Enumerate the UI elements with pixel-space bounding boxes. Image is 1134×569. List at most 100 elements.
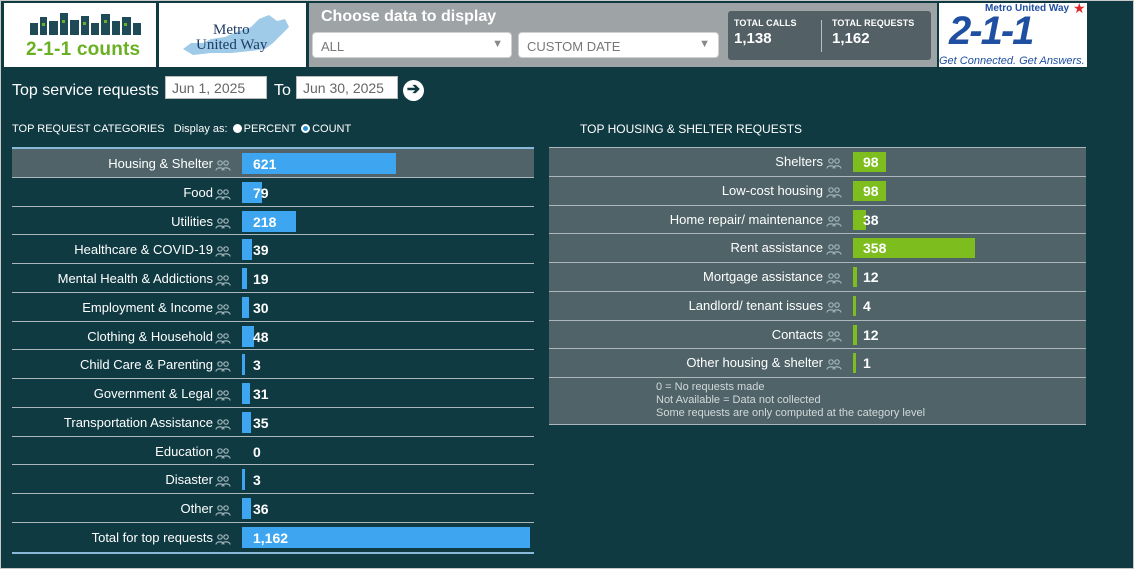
- from-date-input[interactable]: Jun 1, 2025: [165, 76, 267, 99]
- row-label: Mortgage assistance: [703, 269, 823, 284]
- people-icon[interactable]: [215, 273, 231, 291]
- value-bar: [242, 296, 249, 318]
- housing-shelter-table: Shelters 98 Low-cost housing 98 Home repair/…: [549, 147, 1086, 425]
- display-as-label: Display as:: [173, 123, 228, 135]
- left-panel-title: TOP REQUEST CATEGORIES: [12, 123, 165, 135]
- metro-united-way-211-logo[interactable]: Metro United Way ★ 2-1-1 Get Connected. …: [939, 1, 1087, 67]
- count-radio[interactable]: [301, 124, 311, 133]
- value-bar: [853, 324, 857, 345]
- choose-data-title: Choose data to display: [321, 8, 497, 25]
- people-icon[interactable]: [826, 357, 842, 375]
- row-value: 1,162: [253, 529, 289, 546]
- row-label: Education: [155, 443, 213, 459]
- housing-row[interactable]: Low-cost housing 98: [549, 177, 1086, 206]
- value-bar: [853, 353, 856, 374]
- housing-row[interactable]: Other housing & shelter 1: [549, 349, 1086, 378]
- category-row[interactable]: Employment & Income 30: [12, 293, 534, 322]
- skyline-icon: [30, 13, 141, 35]
- note-line: Some requests are only computed at the c…: [656, 407, 926, 419]
- area-select-value: ALL: [321, 39, 345, 54]
- value-bar: [242, 239, 252, 261]
- housing-row[interactable]: Rent assistance 358: [549, 234, 1086, 263]
- row-label: Landlord/ tenant issues: [688, 297, 823, 313]
- people-icon[interactable]: [826, 271, 842, 289]
- category-row[interactable]: Government & Legal 31: [12, 379, 534, 408]
- category-row[interactable]: Child Care & Parenting 3: [12, 350, 534, 379]
- row-value: 3: [253, 357, 261, 374]
- category-row[interactable]: Mental Health & Addictions 19: [12, 264, 534, 293]
- people-icon[interactable]: [826, 214, 842, 232]
- date-range-select[interactable]: CUSTOM DATE ▼: [518, 32, 719, 58]
- people-icon[interactable]: [215, 446, 231, 464]
- people-icon[interactable]: [215, 417, 231, 435]
- category-row[interactable]: Clothing & Household 48: [12, 322, 534, 351]
- logo-mid-line2: United Way: [196, 37, 268, 53]
- to-date-input[interactable]: Jun 30, 2025: [296, 76, 398, 99]
- housing-row[interactable]: Mortgage assistance 12: [549, 263, 1086, 292]
- row-label: Other: [180, 501, 213, 516]
- left-panel-header: TOP REQUEST CATEGORIES Display as: PERCE…: [12, 123, 351, 135]
- row-label: Total for top requests: [91, 529, 213, 545]
- stat-divider: [821, 20, 822, 52]
- people-icon[interactable]: [215, 532, 231, 550]
- percent-label[interactable]: PERCENT: [244, 123, 296, 135]
- category-row[interactable]: Transportation Assistance 35: [12, 408, 534, 437]
- apply-date-button[interactable]: ➔: [403, 80, 424, 101]
- chevron-down-icon: ▼: [492, 38, 503, 50]
- total-calls-label: TOTAL CALLS: [734, 18, 797, 28]
- row-value: 35: [253, 414, 269, 431]
- row-label: Employment & Income: [82, 299, 213, 315]
- people-icon[interactable]: [215, 302, 231, 320]
- total-requests-label: TOTAL REQUESTS: [832, 18, 915, 28]
- housing-row[interactable]: Contacts 12: [549, 321, 1086, 350]
- dashboard-frame: 2-1-1 counts Metro United Way Choose dat…: [0, 0, 1134, 569]
- row-value: 12: [863, 326, 879, 343]
- category-row[interactable]: Food 79: [12, 178, 534, 207]
- people-icon[interactable]: [826, 300, 842, 318]
- right-panel-title: TOP HOUSING & SHELTER REQUESTS: [580, 122, 803, 136]
- metro-united-way-logo[interactable]: Metro United Way: [159, 3, 306, 67]
- category-row[interactable]: Healthcare & COVID-19 39: [12, 235, 534, 264]
- value-bar: [853, 295, 856, 316]
- area-select[interactable]: ALL ▼: [312, 32, 512, 58]
- category-row[interactable]: Other 36: [12, 494, 534, 523]
- people-icon[interactable]: [215, 244, 231, 262]
- people-icon[interactable]: [215, 331, 231, 349]
- people-icon[interactable]: [215, 158, 231, 176]
- row-value: 39: [253, 242, 269, 259]
- total-calls-stat: TOTAL CALLS 1,138: [734, 18, 797, 47]
- row-value: 30: [253, 299, 269, 316]
- category-row[interactable]: Housing & Shelter 621: [12, 149, 534, 178]
- row-label: Contacts: [771, 326, 823, 342]
- row-label: Low-cost housing: [721, 182, 823, 198]
- people-icon[interactable]: [826, 185, 842, 203]
- category-row[interactable]: Disaster 3: [12, 465, 534, 494]
- value-bar: [242, 498, 251, 519]
- row-label: Transportation Assistance: [63, 414, 213, 430]
- value-bar: [242, 469, 245, 491]
- category-row[interactable]: Total for top requests 1,162: [12, 523, 534, 552]
- housing-row[interactable]: Shelters 98: [549, 148, 1086, 177]
- value-bar: [242, 383, 250, 404]
- people-icon[interactable]: [215, 216, 231, 234]
- percent-radio[interactable]: [232, 124, 242, 133]
- row-label: Clothing & Household: [87, 328, 213, 344]
- category-row[interactable]: Utilities 218: [12, 207, 534, 236]
- people-icon[interactable]: [826, 242, 842, 260]
- row-label: Home repair/ maintenance: [669, 211, 823, 227]
- 211-counts-logo[interactable]: 2-1-1 counts: [4, 3, 156, 67]
- people-icon[interactable]: [215, 359, 231, 377]
- people-icon[interactable]: [215, 388, 231, 406]
- row-label: Food: [183, 184, 213, 200]
- row-label: Utilities: [171, 213, 213, 229]
- housing-row[interactable]: Home repair/ maintenance 38: [549, 206, 1086, 235]
- people-icon[interactable]: [826, 156, 842, 174]
- count-label[interactable]: COUNT: [312, 123, 351, 135]
- people-icon[interactable]: [826, 329, 842, 347]
- people-icon[interactable]: [215, 474, 231, 492]
- people-icon[interactable]: [215, 187, 231, 205]
- people-icon[interactable]: [215, 503, 231, 521]
- housing-row[interactable]: Landlord/ tenant issues 4: [549, 292, 1086, 321]
- data-selector-panel: Choose data to display ALL ▼ CUSTOM DATE…: [309, 3, 937, 67]
- category-row[interactable]: Education 0: [12, 437, 534, 466]
